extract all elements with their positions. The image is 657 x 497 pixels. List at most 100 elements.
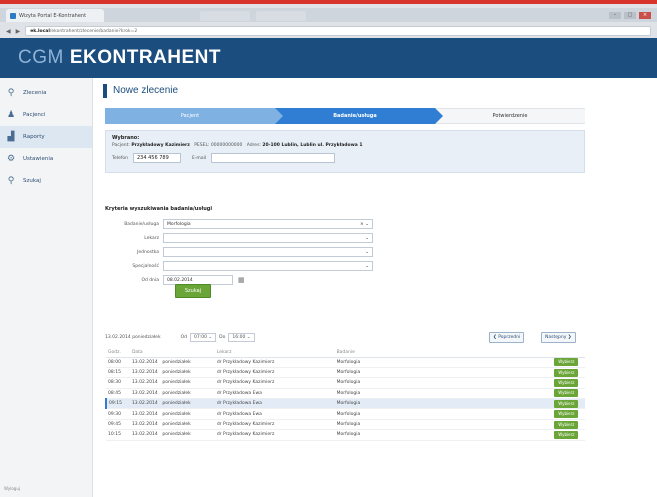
close-icon[interactable]: × bbox=[639, 12, 651, 19]
cell-action: Wybierz bbox=[552, 367, 585, 379]
doctor-select[interactable]: ⌄ bbox=[163, 233, 373, 243]
window-controls: – □ × bbox=[609, 12, 651, 19]
criteria-row-exam: Badanie/usługa Morfologia × ⌄ bbox=[105, 218, 585, 230]
sidebar-item-settings[interactable]: ⚙ Ustawienia bbox=[0, 148, 92, 170]
from-time-select[interactable]: 07:00 ⌄ bbox=[189, 332, 217, 342]
chevron-right-icon: ❯ bbox=[566, 334, 572, 340]
table-row[interactable]: 08:15 13.02.2014 poniedziałek dr Przykładow… bbox=[106, 367, 585, 379]
cell-doctor: dr Przykładowy Kazimierz bbox=[214, 377, 335, 389]
url-host: ek.local bbox=[30, 28, 50, 34]
cell-doctor: dr Przykładowa Ewa bbox=[214, 398, 335, 410]
select-slot-button[interactable]: Wybierz bbox=[554, 368, 579, 377]
specialty-label: Specjalność bbox=[132, 263, 159, 269]
column-header-time[interactable]: Godz. bbox=[106, 348, 130, 358]
results-toolbar: 13.02.2014 poniedziałek Od 07:00 ⌄ Do 16… bbox=[105, 330, 585, 344]
table-row[interactable]: 09:45 13.02.2014 poniedziałek dr Przykładow… bbox=[106, 419, 585, 431]
cell-day: poniedziałek bbox=[160, 388, 215, 400]
address-label: Adres: bbox=[246, 143, 261, 148]
cell-exam: Morfologia bbox=[334, 367, 553, 379]
url-path: /ekontrahent/zlecenie/badanie?krok=2 bbox=[49, 28, 138, 34]
page-title: Nowe zlecenie bbox=[103, 84, 178, 98]
url-input[interactable]: ek.local /ekontrahent/zlecenie/badanie?k… bbox=[25, 26, 651, 36]
previous-day-button[interactable]: ❮ Poprzedni bbox=[489, 331, 525, 343]
settings-icon: ⚙ bbox=[6, 154, 16, 164]
patient-info-line: Pacjent: Przykładowy Kazimierz PESEL: 00… bbox=[112, 143, 578, 148]
cell-date: 13.02.2014 bbox=[129, 408, 161, 420]
search-icon: ⚲ bbox=[7, 176, 15, 186]
selected-patient-panel: Wybrano: Pacjent: Przykładowy Kazimierz … bbox=[105, 130, 585, 173]
next-label: Następny bbox=[545, 334, 567, 340]
back-arrow-icon[interactable]: ◀ bbox=[6, 28, 11, 35]
cell-day: poniedziałek bbox=[160, 357, 215, 368]
browser-tab-title: Wizyta Portal E-Kontrahent bbox=[19, 12, 87, 19]
cell-doctor: dr Przykładowy Kazimierz bbox=[214, 419, 335, 431]
table-row[interactable]: 10:15 13.02.2014 poniedziałek dr Przykładow… bbox=[106, 429, 585, 441]
next-day-button[interactable]: Następny ❯ bbox=[541, 331, 576, 343]
browser-tab[interactable] bbox=[256, 11, 306, 21]
cell-exam: Morfologia bbox=[334, 408, 553, 420]
sidebar-item-orders[interactable]: ⚲ Zlecenia bbox=[0, 82, 92, 104]
phone-field[interactable]: 234 456 789 bbox=[132, 153, 181, 163]
step-confirmation[interactable]: Potwierdzenie bbox=[435, 108, 585, 124]
table-row[interactable]: 08:30 13.02.2014 poniedziałek dr Przykładow… bbox=[106, 377, 585, 389]
table-row[interactable]: 08:00 13.02.2014 poniedziałek dr Przykładow… bbox=[106, 357, 585, 368]
forward-arrow-icon[interactable]: ▶ bbox=[16, 28, 21, 35]
sidebar-item-label: Szukaj bbox=[23, 178, 41, 184]
pesel-label: PESEL: bbox=[194, 143, 210, 148]
patient-icon: ♟ bbox=[6, 110, 16, 120]
column-header-date[interactable]: Data bbox=[129, 348, 161, 358]
cell-day: poniedziałek bbox=[160, 398, 215, 410]
search-button[interactable]: Szukaj bbox=[175, 284, 211, 298]
table-row[interactable]: 09:30 13.02.2014 poniedziałek dr Przykładow… bbox=[106, 408, 585, 420]
sidebar: ⚲ Zlecenia ♟ Pacjenci ▟ Raporty ⚙ Ustawi… bbox=[0, 78, 93, 497]
calendar-icon[interactable]: ▦ bbox=[238, 276, 245, 284]
step-exam[interactable]: Badanie/usługa bbox=[275, 108, 435, 124]
exam-select[interactable]: Morfologia × ⌄ bbox=[163, 219, 373, 229]
browser-tab[interactable] bbox=[200, 11, 250, 21]
patient-name: Przykładowy Kazimierz bbox=[131, 143, 190, 148]
sidebar-item-label: Pacjenci bbox=[23, 112, 46, 118]
clear-chevron-icon[interactable]: × ⌄ bbox=[360, 222, 369, 227]
criteria-row-specialty: Specjalność ⌄ bbox=[105, 260, 585, 272]
email-field[interactable] bbox=[211, 153, 336, 163]
select-slot-button[interactable]: Wybierz bbox=[554, 399, 579, 408]
select-slot-button[interactable]: Wybierz bbox=[554, 420, 579, 429]
cell-time: 08:00 bbox=[106, 357, 130, 368]
select-slot-button[interactable]: Wybierz bbox=[554, 389, 579, 398]
sidebar-item-search[interactable]: ⚲ Szukaj bbox=[0, 170, 92, 192]
search-criteria: Kryteria wyszukiwania badania/usługi Bad… bbox=[105, 206, 585, 298]
maximize-icon[interactable]: □ bbox=[624, 12, 636, 19]
step-patient[interactable]: Pacjent bbox=[105, 108, 275, 124]
column-header-doctor[interactable]: Lekarz bbox=[214, 348, 335, 358]
cell-time: 09:30 bbox=[106, 408, 130, 420]
sidebar-item-label: Ustawienia bbox=[23, 156, 54, 162]
cell-time: 09:15 bbox=[105, 398, 130, 410]
unit-select[interactable]: ⌄ bbox=[163, 247, 373, 257]
select-slot-button[interactable]: Wybierz bbox=[554, 358, 579, 367]
cell-doctor: dr Przykładowa Ewa bbox=[214, 388, 335, 400]
chart-icon: ▟ bbox=[7, 132, 15, 142]
column-header-exam[interactable]: Badanie bbox=[334, 348, 553, 358]
table-row[interactable]: 08:45 13.02.2014 poniedziałek dr Przykładow… bbox=[106, 388, 585, 400]
minimize-icon[interactable]: – bbox=[609, 12, 621, 19]
select-slot-button[interactable]: Wybierz bbox=[554, 410, 579, 419]
sidebar-item-reports[interactable]: ▟ Raporty bbox=[0, 126, 92, 148]
select-slot-button[interactable]: Wybierz bbox=[554, 378, 579, 387]
specialty-select[interactable]: ⌄ bbox=[163, 261, 373, 271]
browser-tab-active[interactable]: Wizyta Portal E-Kontrahent bbox=[6, 9, 104, 22]
patient-label: Pacjent: bbox=[112, 143, 130, 148]
sidebar-item-label: Zlecenia bbox=[23, 90, 47, 96]
to-time-select[interactable]: 16:00 ⌄ bbox=[228, 332, 255, 342]
sidebar-item-patients[interactable]: ♟ Pacjenci bbox=[0, 104, 92, 126]
date-label: Od dnia bbox=[141, 277, 159, 283]
from-time-value: 07:00 bbox=[193, 334, 207, 340]
tab-strip: Wizyta Portal E-Kontrahent – □ × bbox=[0, 8, 657, 22]
results-date: 13.02.2014 poniedziałek bbox=[105, 334, 161, 340]
logout-link[interactable]: Wyloguj bbox=[4, 486, 20, 491]
cell-exam: Morfologia bbox=[334, 398, 553, 410]
criteria-row-unit: Jednostka ⌄ bbox=[105, 246, 585, 258]
table-row[interactable]: 09:15 13.02.2014 poniedziałek dr Przykładow… bbox=[105, 398, 585, 410]
exam-label: Badanie/usługa bbox=[124, 221, 159, 227]
select-slot-button[interactable]: Wybierz bbox=[554, 430, 579, 439]
unit-label: Jednostka bbox=[137, 249, 159, 255]
